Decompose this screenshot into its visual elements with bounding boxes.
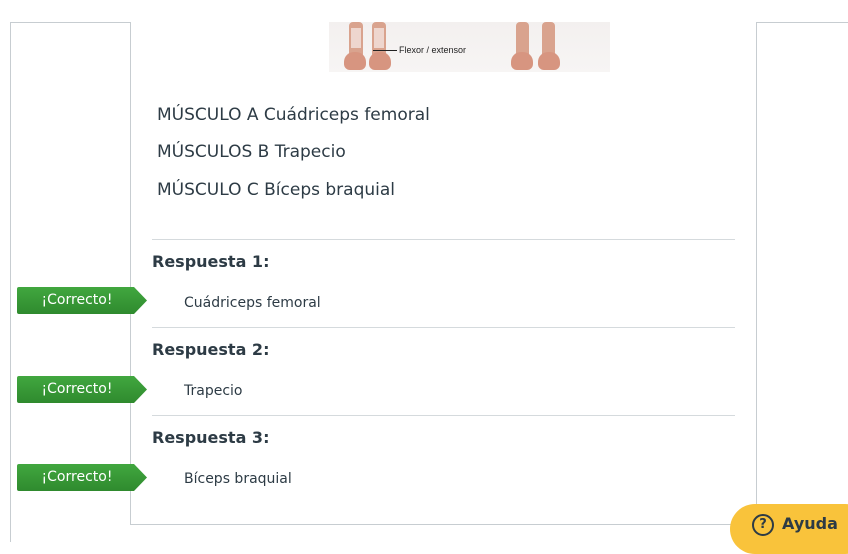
muscle-c-line: MÚSCULO C Bíceps braquial: [157, 180, 396, 200]
question-circle-icon: ?: [752, 514, 774, 536]
answer-3-heading: Respuesta 3:: [152, 428, 270, 447]
muscle-a-line: MÚSCULO A Cuádriceps femoral: [157, 105, 430, 125]
divider: [152, 415, 735, 416]
figure-pointer: [373, 50, 397, 51]
answer-1-heading: Respuesta 1:: [152, 252, 270, 271]
answer-3-value: Bíceps braquial: [184, 471, 292, 487]
correct-flag-2: ¡Correcto!: [17, 376, 147, 403]
figure-label: Flexor / extensor: [399, 45, 467, 55]
anatomy-figure: Flexor / extensor: [329, 22, 610, 72]
divider: [152, 327, 735, 328]
correct-flag-3: ¡Correcto!: [17, 464, 147, 491]
answer-2-value: Trapecio: [184, 383, 243, 399]
answer-2-heading: Respuesta 2:: [152, 340, 270, 359]
correct-flag-1: ¡Correcto!: [17, 287, 147, 314]
question-panel: [130, 22, 757, 525]
help-button[interactable]: ? Ayuda: [730, 504, 848, 554]
help-label: Ayuda: [782, 514, 838, 533]
answer-1-value: Cuádriceps femoral: [184, 295, 321, 311]
muscle-b-line: MÚSCULOS B Trapecio: [157, 142, 346, 162]
divider: [152, 239, 735, 240]
